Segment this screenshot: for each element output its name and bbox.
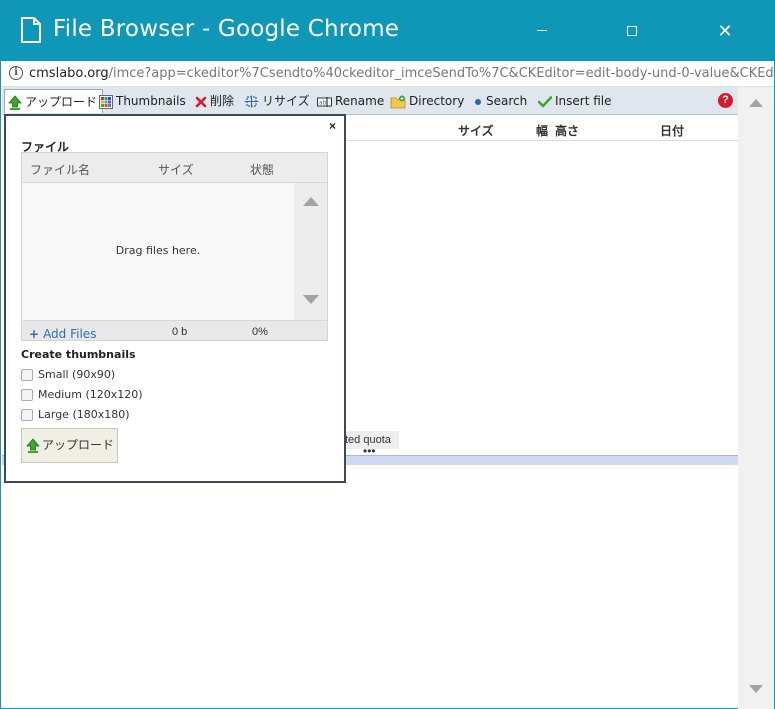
upload-icon xyxy=(8,95,22,110)
rename-button[interactable]: ab Rename xyxy=(317,91,384,111)
checkbox[interactable] xyxy=(21,389,33,401)
document-icon xyxy=(21,17,41,43)
url-domain: cmslabo.org xyxy=(29,66,109,81)
thumb-small-label: Small (90x90) xyxy=(38,368,116,381)
resize-label: リサイズ xyxy=(262,94,310,108)
thumbnails-heading: Create thumbnails xyxy=(21,348,136,361)
thumb-large-option[interactable]: Large (180x180) xyxy=(21,408,130,424)
upload-tab[interactable]: アップロード xyxy=(4,89,104,113)
search-dot-icon xyxy=(475,98,481,105)
checkbox[interactable] xyxy=(21,369,33,381)
add-files-label: Add Files xyxy=(43,327,97,341)
col-filesize: サイズ xyxy=(158,163,194,177)
checkmark-icon xyxy=(538,95,552,107)
search-button[interactable]: Search xyxy=(473,91,527,111)
help-icon[interactable]: ? xyxy=(718,93,733,108)
scroll-down-icon[interactable] xyxy=(749,685,763,693)
drag-hint: Drag files here. xyxy=(115,244,201,257)
checkbox[interactable] xyxy=(21,409,33,421)
upload-table-header: ファイル名 サイズ 状態 xyxy=(22,153,327,183)
col-filename: ファイル名 xyxy=(30,163,91,177)
delete-label: 削除 xyxy=(210,94,235,108)
svg-text:ab: ab xyxy=(319,99,327,106)
address-bar[interactable]: i cmslabo.org/imce?app=ckeditor%7Csendto… xyxy=(1,61,775,87)
thumb-large-label: Large (180x180) xyxy=(38,408,130,421)
thumb-small-option[interactable]: Small (90x90) xyxy=(21,368,115,384)
page-scrollbar[interactable] xyxy=(738,87,774,709)
rename-icon: ab xyxy=(317,96,332,107)
directory-button[interactable]: Directory xyxy=(390,91,464,111)
upload-file-table: ファイル名 サイズ 状態 Drag files here. + Add Files… xyxy=(21,152,328,341)
delete-button[interactable]: 削除 xyxy=(195,91,234,111)
col-status: 状態 xyxy=(250,163,275,177)
url-path: /imce?app=ckeditor%7Csendto%40ckeditor_i… xyxy=(108,66,775,81)
upload-tab-label: アップロード xyxy=(25,95,98,109)
rename-label: Rename xyxy=(335,94,385,108)
grid-icon xyxy=(99,94,113,109)
upload-table-footer: + Add Files 0 b 0% xyxy=(22,320,327,341)
total-size: 0 b xyxy=(172,326,188,338)
upload-progress: 0% xyxy=(252,326,268,338)
close-window-button[interactable]: ✕ xyxy=(713,19,737,43)
resize-button[interactable]: リサイズ xyxy=(244,91,310,111)
window-title: File Browser - Google Chrome xyxy=(53,16,400,42)
col-date[interactable]: 日付 xyxy=(660,122,684,139)
imce-toolbar: アップロード Thumbnails 削除 リサイズ ab Rename Dire… xyxy=(2,87,738,115)
insert-file-button[interactable]: Insert file xyxy=(538,91,612,111)
search-label: Search xyxy=(486,94,528,108)
drop-zone[interactable]: Drag files here. xyxy=(22,183,294,320)
thumbnails-button[interactable]: Thumbnails xyxy=(99,91,186,111)
add-files-button[interactable]: + Add Files xyxy=(29,327,96,341)
minimize-icon xyxy=(537,30,547,32)
close-panel-icon[interactable]: × xyxy=(329,119,336,133)
plus-icon: + xyxy=(29,327,40,341)
info-icon[interactable]: i xyxy=(9,66,23,80)
col-size[interactable]: サイズ xyxy=(458,122,494,139)
thumbnails-label: Thumbnails xyxy=(116,94,186,108)
resize-icon xyxy=(244,95,259,108)
upload-list-scrollbar[interactable] xyxy=(294,183,327,320)
scroll-down-icon[interactable] xyxy=(303,295,319,304)
thumb-medium-option[interactable]: Medium (120x120) xyxy=(21,388,143,404)
title-bar: File Browser - Google Chrome ✕ xyxy=(1,1,774,61)
maximize-button[interactable] xyxy=(620,19,644,43)
upload-panel: × ファイル ファイル名 サイズ 状態 Drag files here. + Ad… xyxy=(4,114,346,483)
file-list-header: サイズ 幅 高さ 日付 xyxy=(345,117,738,141)
maximize-icon xyxy=(627,25,637,36)
folder-icon xyxy=(390,95,406,108)
close-icon: ✕ xyxy=(717,21,733,41)
browser-window: File Browser - Google Chrome ✕ i cmslabo… xyxy=(0,0,775,709)
delete-x-icon xyxy=(195,96,207,107)
minimize-button[interactable] xyxy=(530,19,554,43)
upload-icon xyxy=(26,438,40,453)
directory-label: Directory xyxy=(409,94,465,108)
col-width[interactable]: 幅 xyxy=(536,122,548,139)
upload-submit-label: アップロード xyxy=(42,438,115,452)
insert-file-label: Insert file xyxy=(555,94,612,108)
upload-submit-button[interactable]: アップロード xyxy=(21,428,118,463)
scroll-up-icon[interactable] xyxy=(303,197,319,206)
thumb-medium-label: Medium (120x120) xyxy=(38,388,143,401)
resize-handle-dots[interactable]: ••• xyxy=(363,445,376,457)
scroll-up-icon[interactable] xyxy=(749,99,763,107)
col-height[interactable]: 高さ xyxy=(555,122,579,139)
url-text[interactable]: cmslabo.org/imce?app=ckeditor%7Csendto%4… xyxy=(29,66,775,81)
